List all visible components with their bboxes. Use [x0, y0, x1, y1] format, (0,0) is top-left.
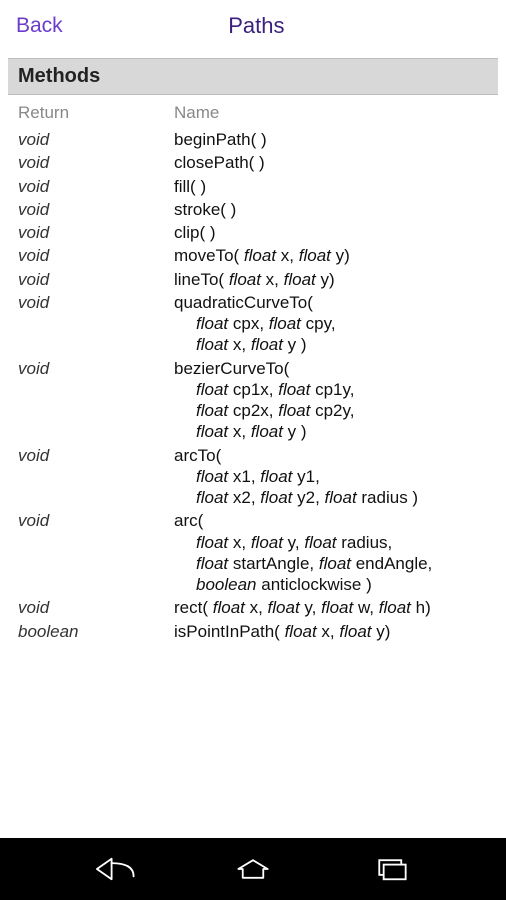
table-row: voidlineTo( float x, float y)	[14, 269, 492, 290]
method-signature: moveTo( float x, float y)	[174, 245, 492, 266]
return-type: void	[14, 222, 174, 243]
return-type: void	[14, 292, 174, 313]
method-signature: arcTo(float x1, float y1,float x2, float…	[174, 445, 492, 509]
method-signature: clip( )	[174, 222, 492, 243]
nav-recent-button[interactable]	[369, 854, 413, 884]
page-title: Paths	[228, 13, 284, 38]
method-signature: rect( float x, float y, float w, float h…	[174, 597, 492, 618]
table-row: voidclosePath( )	[14, 152, 492, 173]
methods-table: Return Name voidbeginPath( )voidclosePat…	[8, 95, 498, 652]
content: Methods Return Name voidbeginPath( )void…	[0, 52, 506, 652]
table-row: voidrect( float x, float y, float w, flo…	[14, 597, 492, 618]
page-title-wrap: Paths	[23, 13, 490, 39]
table-row: voidarcTo(float x1, float y1,float x2, f…	[14, 445, 492, 509]
return-type: void	[14, 597, 174, 618]
section-header: Methods	[8, 58, 498, 95]
return-type: void	[14, 269, 174, 290]
method-signature: lineTo( float x, float y)	[174, 269, 492, 290]
method-signature: quadraticCurveTo(float cpx, float cpy,fl…	[174, 292, 492, 356]
col-return: Return	[14, 103, 174, 123]
table-row: voidarc(float x, float y, float radius,f…	[14, 510, 492, 595]
nav-back-button[interactable]	[94, 854, 138, 884]
nav-home-button[interactable]	[231, 854, 275, 884]
recent-apps-icon	[369, 854, 413, 884]
return-type: void	[14, 445, 174, 466]
return-type: void	[14, 199, 174, 220]
table-row: voidbezierCurveTo(float cp1x, float cp1y…	[14, 358, 492, 443]
return-type: void	[14, 510, 174, 531]
return-type: boolean	[14, 621, 174, 642]
method-signature: isPointInPath( float x, float y)	[174, 621, 492, 642]
method-signature: fill( )	[174, 176, 492, 197]
top-bar: Back Paths	[0, 0, 506, 52]
table-row: booleanisPointInPath( float x, float y)	[14, 621, 492, 642]
return-type: void	[14, 358, 174, 379]
table-row: voidquadraticCurveTo(float cpx, float cp…	[14, 292, 492, 356]
table-row: voidfill( )	[14, 176, 492, 197]
home-icon	[231, 854, 275, 884]
android-navbar	[0, 838, 506, 900]
return-type: void	[14, 245, 174, 266]
method-signature: arc(float x, float y, float radius,float…	[174, 510, 492, 595]
return-type: void	[14, 176, 174, 197]
return-type: void	[14, 129, 174, 150]
table-row: voidbeginPath( )	[14, 129, 492, 150]
method-signature: bezierCurveTo(float cp1x, float cp1y,flo…	[174, 358, 492, 443]
table-row: voidstroke( )	[14, 199, 492, 220]
back-icon	[94, 854, 138, 884]
method-signature: closePath( )	[174, 152, 492, 173]
column-headers: Return Name	[14, 103, 492, 123]
table-row: voidmoveTo( float x, float y)	[14, 245, 492, 266]
method-signature: beginPath( )	[174, 129, 492, 150]
return-type: void	[14, 152, 174, 173]
col-name: Name	[174, 103, 492, 123]
method-signature: stroke( )	[174, 199, 492, 220]
table-row: voidclip( )	[14, 222, 492, 243]
